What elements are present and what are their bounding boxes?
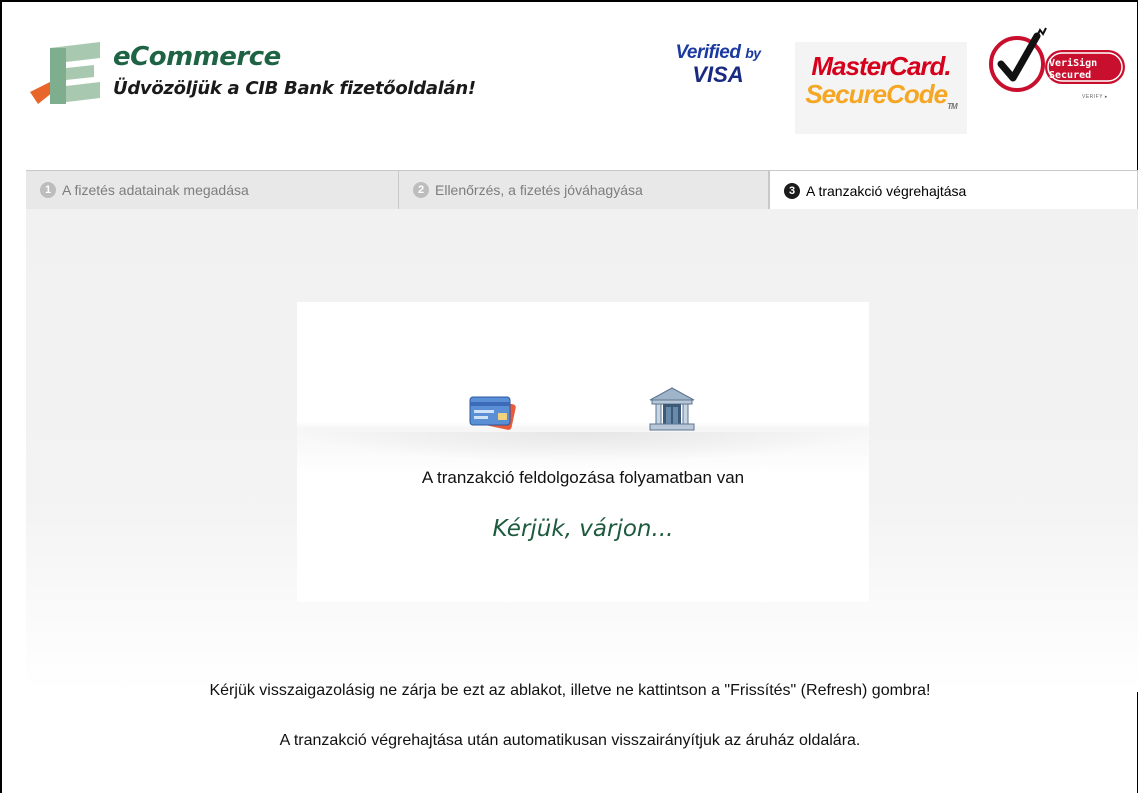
verify-text: VERIFY ▸ <box>1082 94 1108 100</box>
secured-text: Secured <box>1049 70 1092 81</box>
tab-step-3-label: A tranzakció végrehajtása <box>806 183 967 199</box>
progress-tabs: 1 A fizetés adatainak megadása 2 Ellenőr… <box>26 170 1138 211</box>
mastercard-line1: MasterCard. <box>811 51 951 81</box>
visa-line1: Verified by <box>675 42 761 63</box>
verisign-secured-badge: VeriSign Secured VERIFY ▸ <box>987 22 1129 106</box>
tab-step-3: 3 A tranzakció végrehajtása <box>769 171 1138 211</box>
please-wait-text: Kérjük, várjon... <box>492 516 674 542</box>
brand-subtitle: Üdvözöljük a CIB Bank fizetőoldalán! <box>113 78 476 99</box>
content-area: A tranzakció feldolgozása folyamatban va… <box>26 209 1138 692</box>
verisign-text: VeriSign <box>1049 58 1098 69</box>
tab-step-2-label: Ellenőrzés, a fizetés jóváhagyása <box>435 182 643 198</box>
step-1-number-icon: 1 <box>40 182 56 198</box>
header: eCommerce Üdvözöljük a CIB Bank fizetőol… <box>2 2 1138 170</box>
credit-card-icon <box>469 396 516 430</box>
step-3-number-icon: 3 <box>784 183 800 199</box>
tab-step-1: 1 A fizetés adatainak megadása <box>26 171 399 209</box>
bank-icon <box>649 387 695 431</box>
redirect-notice: A tranzakció végrehajtása után automatik… <box>279 732 861 749</box>
page-frame: eCommerce Üdvözöljük a CIB Bank fizetőol… <box>0 0 1138 793</box>
mastercard-line2: SecureCodeTM <box>805 79 957 112</box>
mastercard-securecode-badge: MasterCard. SecureCodeTM <box>795 42 967 134</box>
panel-divider <box>297 432 869 462</box>
brand-title: eCommerce <box>113 42 281 72</box>
do-not-close-notice: Kérjük visszaigazolásig ne zárja be ezt … <box>209 682 931 699</box>
processing-status-text: A tranzakció feldolgozása folyamatban va… <box>421 468 745 487</box>
tab-step-1-label: A fizetés adatainak megadása <box>62 182 249 198</box>
visa-line2: VISA <box>692 62 744 87</box>
ecommerce-logo-icon <box>30 42 100 104</box>
step-2-number-icon: 2 <box>413 182 429 198</box>
verified-by-visa-badge: Verified by VISA <box>658 42 778 102</box>
processing-panel: A tranzakció feldolgozása folyamatban va… <box>297 302 869 602</box>
tab-step-2: 2 Ellenőrzés, a fizetés jóváhagyása <box>399 171 769 209</box>
